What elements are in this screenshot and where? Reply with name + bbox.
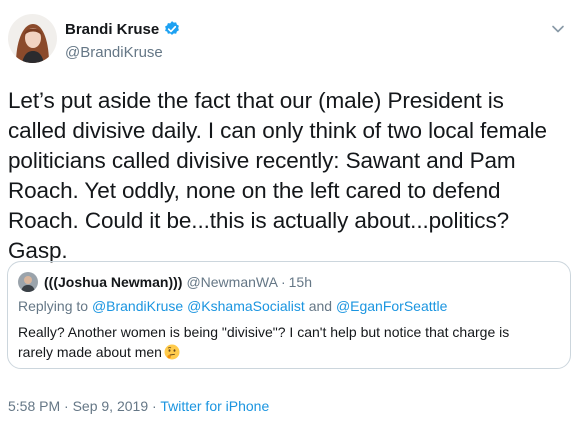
mention-link[interactable]: @EganForSeattle: [336, 298, 448, 314]
replying-to-prefix: Replying to: [18, 298, 89, 314]
quoted-text-line: rarely made about men: [18, 344, 162, 360]
separator-dot: ·: [152, 398, 157, 414]
mention-link[interactable]: @BrandiKruse: [92, 298, 183, 314]
quoted-author-avatar: [18, 272, 38, 292]
quoted-tweet-header: (((Joshua Newman))) @NewmanWA · 15h: [18, 272, 312, 292]
separator-dot: ·: [280, 274, 286, 290]
quoted-timestamp: 15h: [288, 274, 312, 290]
author-handle[interactable]: @BrandiKruse: [65, 44, 163, 61]
tweet-time[interactable]: 5:58 PM: [8, 398, 60, 414]
tweet-text-line: Roach. Yet oddly, none on the left cared…: [8, 178, 501, 203]
tweet-meta: 5:58 PM · Sep 9, 2019 · Twitter for iPho…: [8, 398, 269, 414]
quoted-text-line: Really? Another women is being "divisive…: [18, 324, 510, 340]
quoted-tweet-text: Really? Another women is being "divisive…: [18, 322, 558, 362]
quoted-author-handle: @NewmanWA: [186, 274, 278, 290]
thinking-face-emoji: [164, 344, 180, 360]
quoted-text-line-2: rarely made about men: [18, 342, 558, 362]
quoted-tweet[interactable]: (((Joshua Newman))) @NewmanWA · 15h Repl…: [7, 261, 571, 369]
author-avatar[interactable]: [8, 14, 57, 63]
tweet-text-line: politicians called divisive recently: Sa…: [8, 148, 516, 173]
quoted-author-name: (((Joshua Newman))): [44, 274, 183, 290]
tweet-text-line: Let’s put aside the fact that our (male)…: [8, 88, 504, 113]
separator-dot: ·: [64, 398, 69, 414]
tweet-date[interactable]: Sep 9, 2019: [73, 398, 149, 414]
author-display-name[interactable]: Brandi Kruse: [65, 21, 159, 38]
replying-to-line: Replying to @BrandiKruse @KshamaSocialis…: [18, 298, 447, 314]
tweet-text-line: called divisive daily. I can only think …: [8, 118, 547, 143]
verified-badge-icon: [163, 20, 181, 38]
mention-link[interactable]: @KshamaSocialist: [187, 298, 305, 314]
author-name-row: Brandi Kruse: [65, 20, 181, 38]
tweet-source-link[interactable]: Twitter for iPhone: [160, 398, 269, 414]
tweet-text-line: Roach. Could it be...this is actually ab…: [8, 208, 510, 263]
tweet-text: Let’s put aside the fact that our (male)…: [8, 86, 574, 266]
tweet-card: Brandi Kruse @BrandiKruse Let’s put asid…: [0, 0, 578, 422]
replying-to-and: and: [308, 298, 333, 314]
chevron-down-icon[interactable]: [551, 22, 565, 36]
